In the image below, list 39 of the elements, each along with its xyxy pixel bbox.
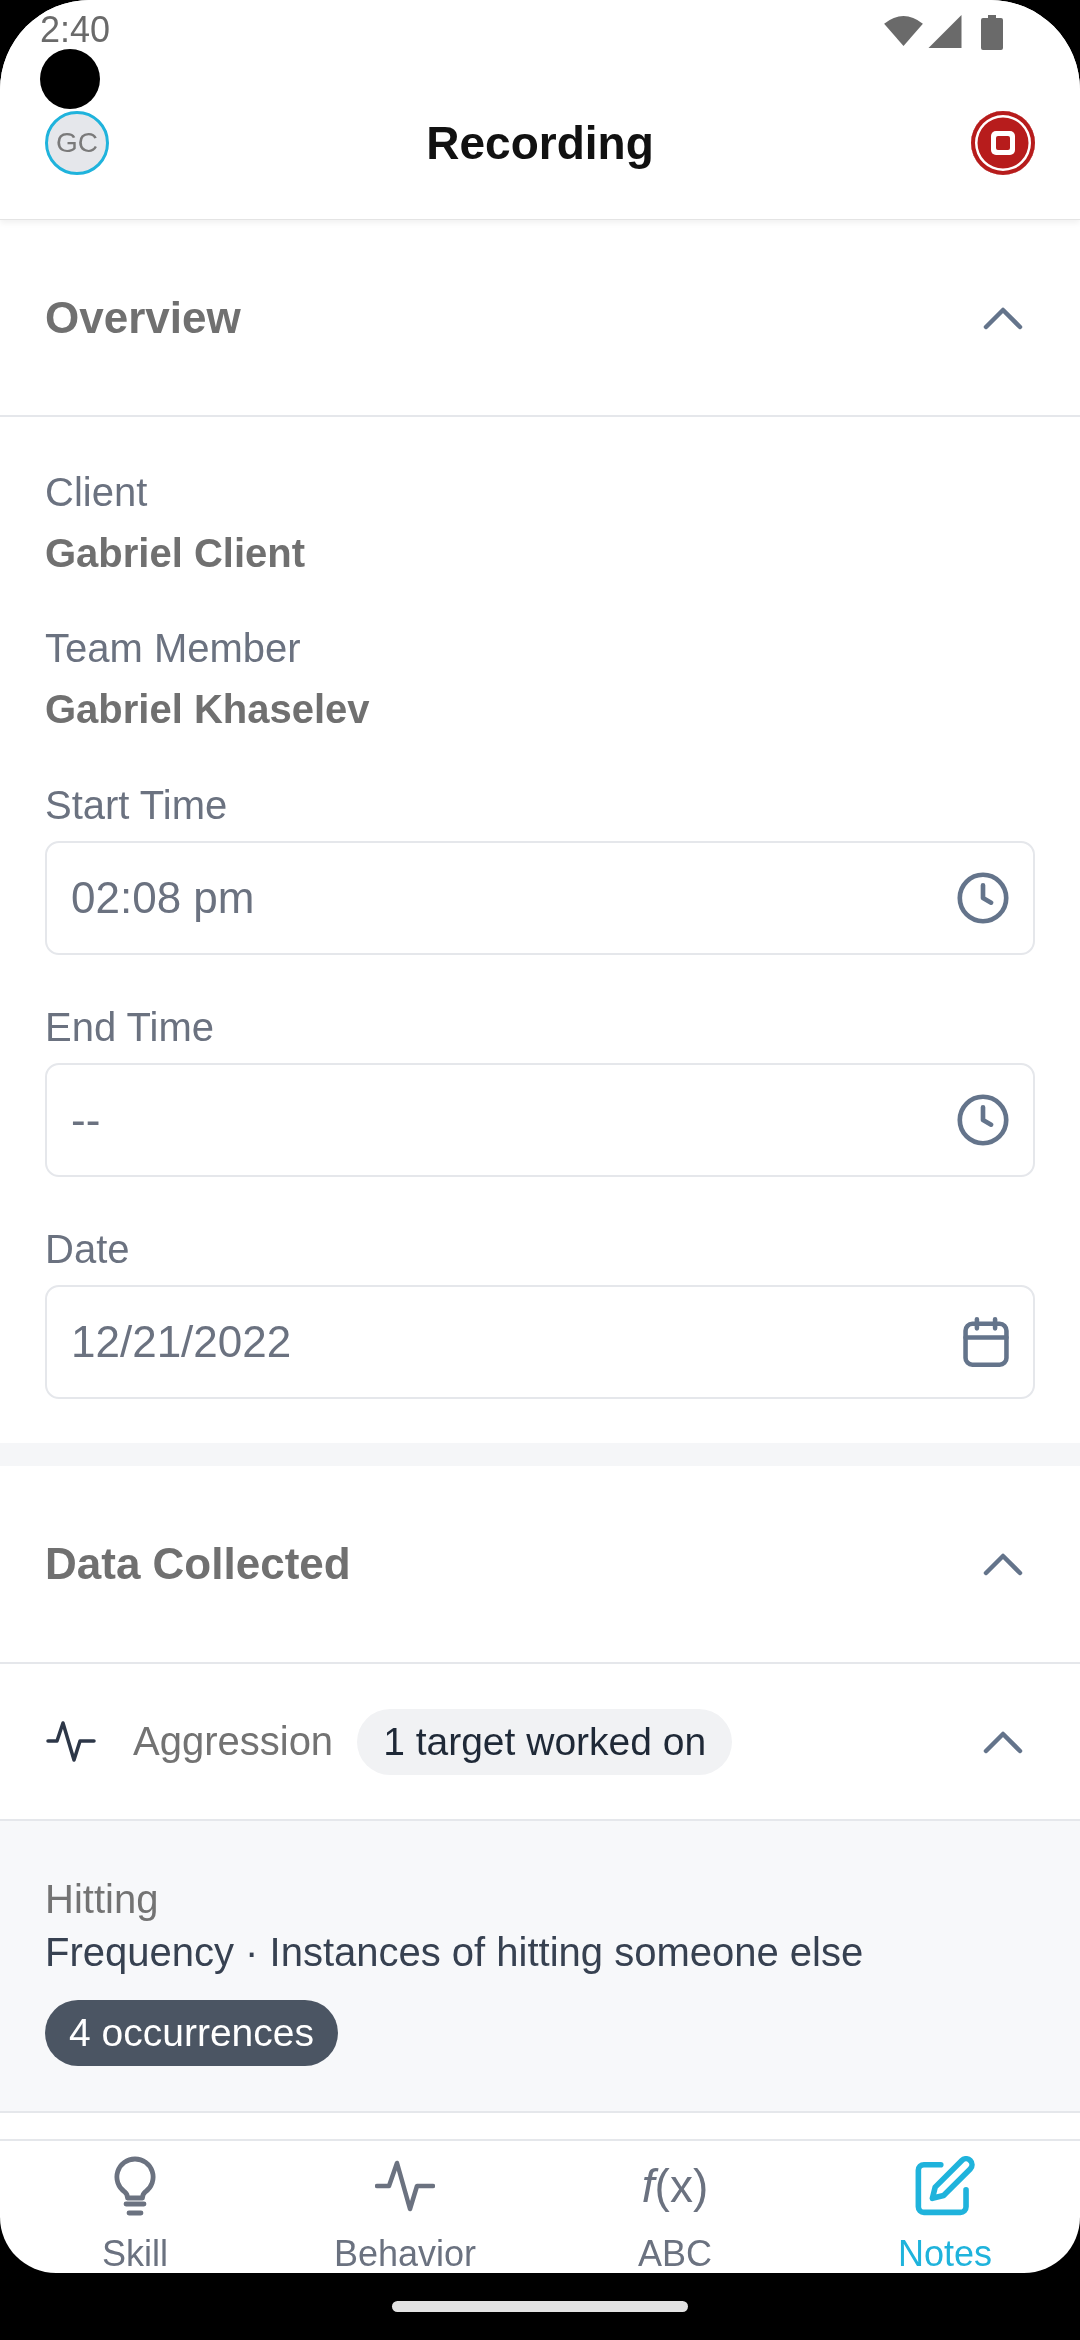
nav-tab[interactable]: f(x) ABC bbox=[540, 2141, 810, 2273]
wifi-icon bbox=[884, 15, 923, 46]
status-time: 2:40 bbox=[40, 12, 111, 48]
targets-badge: 1 target worked on bbox=[357, 1708, 733, 1775]
edit-icon bbox=[915, 2156, 975, 2216]
chevron-icon[interactable] bbox=[983, 1729, 1023, 1754]
signal-icon bbox=[928, 15, 962, 48]
field-label: Team Member bbox=[45, 625, 301, 672]
page-title: Recording bbox=[426, 115, 654, 170]
time-field[interactable]: -- bbox=[45, 1063, 1035, 1177]
target-name: Hitting bbox=[45, 1876, 159, 1922]
field-value: Gabriel Client bbox=[45, 530, 306, 577]
occurrence-badge: 4 occurrences bbox=[45, 2000, 338, 2066]
date-field[interactable]: 12/21/2022 bbox=[45, 1285, 1035, 1399]
function-icon: f(x) bbox=[641, 2156, 709, 2216]
chevron-icon[interactable] bbox=[983, 305, 1023, 330]
field-label: End Time bbox=[45, 1004, 214, 1051]
stop-icon bbox=[991, 130, 1015, 155]
field-label: Client bbox=[45, 469, 148, 516]
section-title: Data Collected bbox=[45, 1539, 351, 1589]
nav-tab[interactable]: Skill bbox=[0, 2141, 270, 2273]
field-label: Date bbox=[45, 1226, 130, 1273]
nav-tab[interactable]: Notes bbox=[810, 2141, 1080, 2273]
pulse-icon bbox=[375, 2159, 435, 2213]
section-title: Overview bbox=[45, 292, 241, 343]
field-label: Start Time bbox=[45, 782, 228, 829]
avatar[interactable]: GC bbox=[45, 110, 109, 175]
battery-icon bbox=[981, 15, 1003, 50]
nav-tab[interactable]: Behavior bbox=[270, 2141, 540, 2273]
field-value: Gabriel Khaselev bbox=[45, 686, 370, 733]
clock-icon bbox=[957, 1094, 1009, 1146]
behavior-name: Aggression bbox=[133, 1719, 334, 1764]
lightbulb-icon bbox=[114, 2156, 156, 2216]
time-field[interactable]: 02:08 pm bbox=[45, 841, 1035, 955]
chevron-icon[interactable] bbox=[983, 1552, 1023, 1576]
pulse-icon bbox=[46, 1719, 96, 1764]
target-description: Frequency · Instances of hitting someone else bbox=[45, 1929, 864, 1975]
clock-icon bbox=[957, 872, 1009, 924]
calendar-icon bbox=[963, 1317, 1009, 1367]
